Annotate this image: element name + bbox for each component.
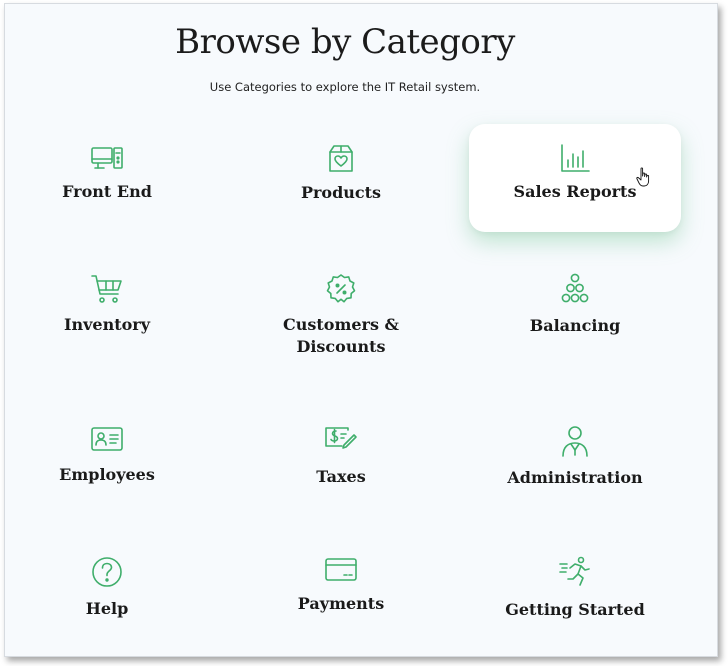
category-payments[interactable]: Payments bbox=[235, 539, 447, 647]
page-subtitle: Use Categories to explore the IT Retail … bbox=[209, 80, 481, 94]
hand-pointer-icon bbox=[636, 167, 652, 187]
tax-form-icon bbox=[324, 422, 358, 456]
shopping-cart-icon bbox=[90, 272, 124, 306]
category-label: Front End bbox=[62, 182, 152, 201]
category-customers-discounts[interactable]: Customers & Discounts bbox=[235, 256, 447, 364]
bar-chart-icon bbox=[558, 142, 592, 176]
running-person-icon bbox=[558, 555, 592, 589]
category-balancing[interactable]: Balancing bbox=[469, 256, 681, 364]
category-taxes[interactable]: Taxes bbox=[235, 406, 447, 514]
category-label: Products bbox=[300, 183, 382, 202]
category-label: Inventory bbox=[63, 315, 150, 334]
category-label: Payments bbox=[297, 594, 385, 613]
discount-badge-icon bbox=[324, 272, 358, 306]
category-label: Balancing bbox=[529, 316, 621, 335]
browse-panel: Browse by Category Use Categories to exp… bbox=[4, 3, 718, 657]
category-label-line2: Discounts bbox=[296, 337, 386, 356]
credit-card-icon bbox=[324, 553, 358, 587]
category-label: Getting Started bbox=[505, 600, 645, 619]
coin-stack-icon bbox=[558, 272, 592, 306]
category-employees[interactable]: Employees bbox=[1, 406, 213, 514]
category-label: Taxes bbox=[316, 467, 366, 486]
product-box-icon bbox=[324, 142, 358, 176]
question-icon bbox=[90, 555, 124, 589]
category-getting-started[interactable]: Getting Started bbox=[469, 539, 681, 647]
category-label: Employees bbox=[59, 465, 155, 484]
category-label: Customers & bbox=[283, 315, 399, 334]
category-front-end[interactable]: Front End bbox=[1, 124, 213, 232]
page-title: Browse by Category bbox=[175, 22, 515, 62]
category-inventory[interactable]: Inventory bbox=[1, 256, 213, 364]
id-card-icon bbox=[90, 422, 124, 456]
category-label: Help bbox=[85, 599, 129, 618]
pos-terminal-icon bbox=[90, 142, 124, 176]
category-products[interactable]: Products bbox=[235, 124, 447, 232]
category-administration[interactable]: Administration bbox=[469, 406, 681, 514]
category-label: Administration bbox=[507, 468, 643, 487]
admin-user-icon bbox=[558, 424, 592, 458]
category-help[interactable]: Help bbox=[1, 539, 213, 647]
